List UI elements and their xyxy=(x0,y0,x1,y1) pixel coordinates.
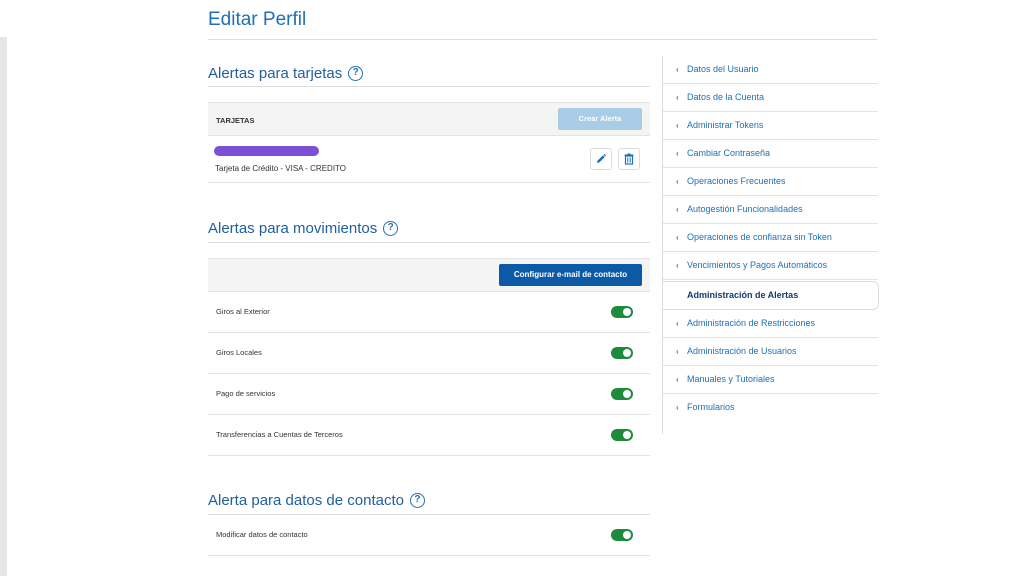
toggle-knob xyxy=(623,390,631,398)
chevron-left-icon: ‹ xyxy=(676,65,679,74)
alert-row-giros-locales: Giros Locales xyxy=(208,333,650,374)
alert-label: Pago de servicios xyxy=(216,389,276,398)
sidebar-item-formularios[interactable]: ‹ Formularios xyxy=(663,394,878,422)
sidebar-item-label: Administrar Tokens xyxy=(687,120,764,130)
chevron-left-icon: ‹ xyxy=(676,319,679,328)
contact-section-title: Alerta para datos de contacto ? xyxy=(208,492,425,509)
section-divider xyxy=(208,242,650,243)
cards-section-title-text: Alertas para tarjetas xyxy=(208,65,343,82)
cards-table-header: TARJETAS Crear Alerta xyxy=(208,102,650,136)
profile-sidebar-nav: ‹ Datos del Usuario ‹ Datos de la Cuenta… xyxy=(662,56,879,434)
alert-toggle-switch[interactable] xyxy=(611,429,633,441)
help-icon[interactable]: ? xyxy=(409,493,425,508)
sidebar-item-administrar-tokens[interactable]: ‹ Administrar Tokens xyxy=(663,112,878,140)
toggle-knob xyxy=(623,531,631,539)
sidebar-item-administracion-restricciones[interactable]: ‹ Administración de Restricciones xyxy=(663,310,878,338)
sidebar-item-cambiar-contrasena[interactable]: ‹ Cambiar Contraseña xyxy=(663,140,878,168)
trash-icon xyxy=(624,153,634,165)
cards-section-title: Alertas para tarjetas ? xyxy=(208,65,364,82)
configure-contact-email-button[interactable]: Configurar e-mail de contacto xyxy=(499,264,642,286)
chevron-left-icon: ‹ xyxy=(676,121,679,130)
chevron-left-icon: ‹ xyxy=(676,149,679,158)
help-icon[interactable]: ? xyxy=(348,66,364,81)
chevron-left-icon: ‹ xyxy=(676,177,679,186)
sidebar-item-label: Datos del Usuario xyxy=(687,64,759,74)
sidebar-item-administracion-alertas[interactable]: Administración de Alertas xyxy=(663,281,879,310)
sidebar-item-label: Autogestión Funcionalidades xyxy=(687,204,803,214)
sidebar-item-label: Datos de la Cuenta xyxy=(687,92,765,102)
sidebar-item-label: Operaciones Frecuentes xyxy=(687,176,786,186)
movements-table-header: Configurar e-mail de contacto xyxy=(208,258,650,292)
masked-card-number xyxy=(214,146,319,156)
sidebar-item-datos-usuario[interactable]: ‹ Datos del Usuario xyxy=(663,56,878,84)
alert-toggle-switch[interactable] xyxy=(611,306,633,318)
toggle-knob xyxy=(623,308,631,316)
alert-toggle-switch[interactable] xyxy=(611,529,633,541)
section-divider xyxy=(208,86,650,87)
sidebar-item-operaciones-frecuentes[interactable]: ‹ Operaciones Frecuentes xyxy=(663,168,878,196)
sidebar-item-label: Administración de Usuarios xyxy=(687,346,797,356)
sidebar-item-operaciones-confianza[interactable]: ‹ Operaciones de confianza sin Token xyxy=(663,224,878,252)
page-title: Editar Perfil xyxy=(208,9,307,30)
sidebar-item-label: Administración de Restricciones xyxy=(687,318,816,328)
sidebar-item-label: Manuales y Tutoriales xyxy=(687,374,775,384)
sidebar-item-autogestion[interactable]: ‹ Autogestión Funcionalidades xyxy=(663,196,878,224)
cards-column-header: TARJETAS xyxy=(216,116,255,125)
alert-row-modificar-contacto: Modificar datos de contacto xyxy=(208,515,650,556)
chevron-left-icon: ‹ xyxy=(676,347,679,356)
sidebar-item-vencimientos[interactable]: ‹ Vencimientos y Pagos Automáticos xyxy=(663,252,878,280)
sidebar-item-label: Administración de Alertas xyxy=(687,290,799,300)
alert-label: Transferencias a Cuentas de Terceros xyxy=(216,430,343,439)
sidebar-item-datos-cuenta[interactable]: ‹ Datos de la Cuenta xyxy=(663,84,878,112)
toggle-knob xyxy=(623,431,631,439)
chevron-left-icon: ‹ xyxy=(676,205,679,214)
alert-label: Giros al Exterior xyxy=(216,307,270,316)
chevron-left-icon: ‹ xyxy=(676,233,679,242)
contact-section-title-text: Alerta para datos de contacto xyxy=(208,492,404,509)
chevron-left-icon: ‹ xyxy=(676,261,679,270)
chevron-left-icon: ‹ xyxy=(676,403,679,412)
alert-toggle-switch[interactable] xyxy=(611,388,633,400)
help-icon[interactable]: ? xyxy=(383,221,399,236)
alert-label: Giros Locales xyxy=(216,348,262,357)
sidebar-item-label: Cambiar Contraseña xyxy=(687,148,771,158)
alert-toggle-switch[interactable] xyxy=(611,347,633,359)
edit-card-alert-button[interactable] xyxy=(590,148,612,170)
toggle-knob xyxy=(623,349,631,357)
sidebar-item-label: Operaciones de confianza sin Token xyxy=(687,232,832,242)
chevron-left-icon: ‹ xyxy=(676,93,679,102)
sidebar-item-manuales-tutoriales[interactable]: ‹ Manuales y Tutoriales xyxy=(663,366,878,394)
chevron-left-icon: ‹ xyxy=(676,375,679,384)
alert-row-giros-exterior: Giros al Exterior xyxy=(208,292,650,333)
create-alert-button[interactable]: Crear Alerta xyxy=(558,108,642,130)
pencil-icon xyxy=(597,153,607,163)
alert-row-pago-servicios: Pago de servicios xyxy=(208,374,650,415)
sidebar-item-administracion-usuarios[interactable]: ‹ Administración de Usuarios xyxy=(663,338,878,366)
movements-section-title: Alertas para movimientos ? xyxy=(208,220,399,237)
sidebar-item-label: Vencimientos y Pagos Automáticos xyxy=(687,260,828,270)
alert-row-transferencias-terceros: Transferencias a Cuentas de Terceros xyxy=(208,415,650,456)
title-divider xyxy=(208,39,877,40)
card-description: Tarjeta de Crédito - VISA - CREDITO xyxy=(215,164,347,173)
card-row: Tarjeta de Crédito - VISA - CREDITO xyxy=(208,137,650,183)
left-edge-strip xyxy=(0,37,7,576)
movements-section-title-text: Alertas para movimientos xyxy=(208,220,378,237)
sidebar-item-label: Formularios xyxy=(687,402,735,412)
alert-label: Modificar datos de contacto xyxy=(216,530,308,539)
delete-card-alert-button[interactable] xyxy=(618,148,640,170)
